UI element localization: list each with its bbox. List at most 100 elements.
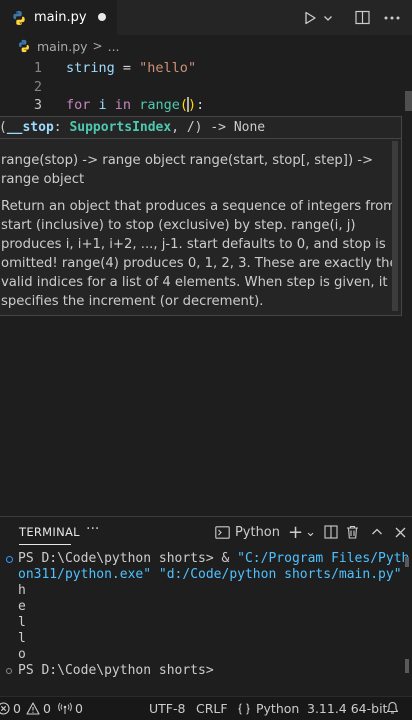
trash-icon [347,525,358,539]
breadcrumb-file[interactable]: main.py [37,39,88,54]
code-token: in [114,96,132,113]
editor-actions [300,0,412,35]
code-text: for i in range(): [66,97,204,113]
signature-open: ( [0,120,7,135]
terminal-line: PS D:\Code\python shorts> & "C:/Program … [18,551,409,567]
terminal-shell-label: Python [234,524,280,540]
problems-indicator[interactable]: 0 0 [0,701,51,716]
ports-indicator[interactable]: 0 [58,701,83,716]
terminal-scroll-marker [405,659,409,673]
warning-count: 0 [42,701,51,716]
terminal-dropdown-button[interactable]: ⌄ [305,521,316,543]
terminal-output-line: o [18,647,26,662]
code-text: string = "hello" [66,60,196,76]
kill-terminal-button[interactable] [346,521,359,543]
terminal-output-line: e [18,599,26,614]
code-line[interactable]: 1 string = "hello" [0,58,412,77]
signature-rest: , /) -> None [171,120,266,135]
terminal-path: "C:/Program Files/Pyth [237,551,410,566]
close-icon [395,527,406,537]
bell-icon [386,701,399,714]
notifications-button[interactable] [386,701,402,715]
panel-header: TERMINAL ··· Python + ⌄ [0,517,412,547]
breadcrumb: main.py > ... [0,35,412,57]
terminal-output-line: h [18,583,26,598]
prompt-status-icon[interactable] [6,668,12,674]
terminal-prompt-line: PS D:\Code\python shorts> [18,663,222,678]
active-tab-indicator [19,544,71,545]
language-label: Python [256,701,300,716]
signature-documentation: range(stop) -> range object range(start,… [1,151,401,319]
code-token: ) [187,96,197,113]
signature-type: SupportsIndex [69,120,172,135]
breadcrumb-separator: > [92,39,103,53]
run-button[interactable] [300,8,320,28]
terminal-scroll-marker [405,557,409,567]
python-file-icon [19,39,29,53]
code-token: string [66,59,115,76]
terminal-profile-button[interactable]: Python [215,521,280,543]
python-file-icon [13,10,25,25]
terminal-path: "d:/Code/python shorts/main.py" [158,567,402,582]
code-token: : [196,96,205,113]
terminal-path: on311/python.exe" [18,567,152,582]
run-dropdown-button[interactable] [322,8,334,28]
terminal-icon [215,525,230,539]
chevron-up-icon [372,528,382,535]
error-icon [0,702,10,715]
terminal-panel: TERMINAL ··· Python + ⌄ PS D:\Code\pytho… [0,516,412,696]
terminal-output[interactable]: PS D:\Code\python shorts> & "C:/Program … [0,551,412,691]
code-editor[interactable]: 1 string = "hello" 2 3 for i in range(): [0,57,412,117]
terminal-output-line: l [18,615,26,630]
editor-scrollbar[interactable] [404,57,412,517]
status-bar: 0 0 0 UTF-8 CRLF Python 3.11.4 64-bit [0,696,412,720]
code-token: i [90,96,115,113]
tab-label: main.py [34,10,87,25]
play-icon [305,11,316,24]
split-terminal-icon [324,525,338,539]
chevron-down-icon: ⌄ [305,524,316,540]
code-line[interactable]: 3 for i in range(): [0,95,412,114]
terminal-prompt: PS D:\Code\python shorts> & [18,551,238,566]
breadcrumb-symbol[interactable]: ... [108,39,120,54]
panel-actions: Python + ⌄ [207,521,406,543]
new-terminal-button[interactable]: + [288,521,303,543]
code-line[interactable]: 2 [0,77,412,96]
editor-scrollbar-thumb[interactable] [405,91,412,111]
code-token: range [139,96,180,113]
command-status-icon[interactable] [6,556,13,563]
code-token: for [66,96,91,113]
close-panel-button[interactable] [395,521,406,543]
unsaved-dot-icon[interactable] [98,13,106,21]
encoding-indicator[interactable]: UTF-8 [149,701,185,716]
popup-scrollbar[interactable] [392,141,398,311]
chevron-down-icon [324,15,332,21]
line-number: 3 [33,96,42,113]
code-token: = [114,59,140,76]
split-terminal-button[interactable] [324,521,338,543]
signature-param: __stop [6,120,54,135]
eol-indicator[interactable]: CRLF [196,701,228,716]
warning-icon [26,702,40,715]
code-token: "hello" [139,59,197,76]
terminal-output-line: l [18,631,26,646]
tab-terminal[interactable]: TERMINAL [19,525,80,539]
split-editor-icon [354,10,370,25]
python-interpreter[interactable]: 3.11.4 64-bit [307,701,387,716]
panel-more-button[interactable]: ··· [86,521,99,537]
maximize-panel-button[interactable] [371,521,383,543]
editor-tab-bar: main.py [0,0,412,35]
tab-main-py[interactable]: main.py [0,0,118,35]
split-editor-button[interactable] [352,8,372,28]
doc-description: Return an object that produces a sequenc… [1,199,398,309]
signature-help-popup: (__stop: SupportsIndex, /) -> None range… [0,116,402,316]
error-count: 0 [13,701,21,716]
more-actions-button[interactable] [382,8,402,28]
line-number: 2 [33,78,42,95]
signature-line: (__stop: SupportsIndex, /) -> None [0,117,401,139]
plus-icon: + [288,521,304,543]
language-mode[interactable]: Python [237,701,299,716]
ellipsis-icon [384,16,400,19]
line-number: 1 [33,59,42,76]
